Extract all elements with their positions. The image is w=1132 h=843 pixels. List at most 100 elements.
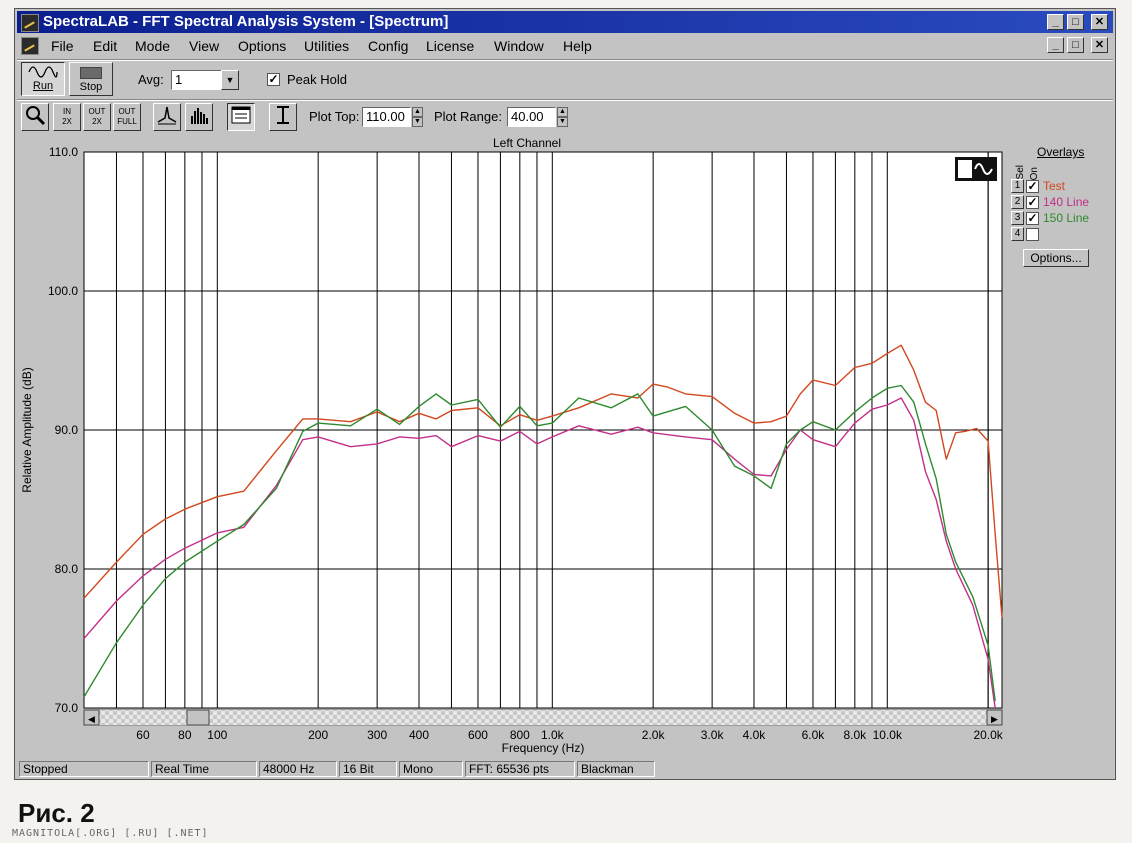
- menu-options[interactable]: Options: [238, 38, 286, 54]
- overlay-select-button[interactable]: 1: [1011, 179, 1024, 193]
- overlay-select-button[interactable]: 4: [1011, 227, 1024, 241]
- zoom-in-2x-icon: IN 2X: [62, 107, 72, 126]
- stop-button[interactable]: Stop: [69, 62, 113, 96]
- app-icon[interactable]: [21, 14, 39, 32]
- zoom-out-full-button[interactable]: OUT FULL: [113, 103, 141, 131]
- y-tick-label: 90.0: [55, 423, 79, 437]
- overlay-select-button[interactable]: 2: [1011, 195, 1024, 209]
- mdi-close-button[interactable]: ✕: [1091, 37, 1108, 53]
- spectralab-logo-icon: [955, 157, 997, 181]
- avg-select[interactable]: 1: [171, 70, 223, 90]
- menu-license[interactable]: License: [426, 38, 474, 54]
- cursor-button[interactable]: [269, 103, 297, 131]
- plot-top-spin-up[interactable]: ▲: [412, 107, 423, 117]
- close-button[interactable]: ✕: [1091, 14, 1108, 30]
- overlay-select-button[interactable]: 3: [1011, 211, 1024, 225]
- x-tick-label: 200: [308, 728, 328, 742]
- x-tick-label: 2.0k: [642, 728, 666, 742]
- status-channels: Mono: [399, 761, 463, 777]
- bar-graph-icon: [191, 108, 208, 124]
- plot-range-label: Plot Range:: [434, 109, 502, 124]
- y-tick-labels: 110.0 100.0 90.0 80.0 70.0: [48, 145, 78, 715]
- peak-hold-checkbox[interactable]: ✓: [267, 73, 280, 86]
- plot-top-label: Plot Top:: [309, 109, 360, 124]
- peak-marker-button[interactable]: [153, 103, 181, 131]
- plot-range-input[interactable]: 40.00: [507, 107, 556, 127]
- overlay-on-checkbox[interactable]: ✓: [1026, 196, 1039, 209]
- mdi-restore-button[interactable]: □: [1067, 37, 1084, 53]
- plot-range-spin-down[interactable]: ▼: [557, 117, 568, 127]
- plot-top-spin-down[interactable]: ▼: [412, 117, 423, 127]
- overlay-row: 4: [1007, 227, 1111, 242]
- y-tick-label: 80.0: [55, 562, 79, 576]
- status-window: Blackman: [577, 761, 655, 777]
- avg-dropdown-button[interactable]: ▼: [221, 70, 239, 90]
- status-bar: Stopped Real Time 48000 Hz 16 Bit Mono F…: [17, 761, 1113, 778]
- overlay-on-checkbox[interactable]: [1026, 228, 1039, 241]
- menu-mode[interactable]: Mode: [135, 38, 170, 54]
- checkmark-icon: ✓: [268, 72, 279, 86]
- document-icon[interactable]: [21, 37, 39, 55]
- plot-range-spin-up[interactable]: ▲: [557, 107, 568, 117]
- menu-config[interactable]: Config: [368, 38, 408, 54]
- status-mode: Real Time: [151, 761, 257, 777]
- spectrum-view: Left Channel 110.0 100.0 90.0 80.0 70.0 60 80…: [17, 135, 1113, 761]
- overlays-panel: Overlays Sel On 1 ✓ Test 2 ✓ 140 Line 3 ✓ 150 Li…: [1007, 143, 1111, 283]
- menu-help[interactable]: Help: [563, 38, 592, 54]
- x-tick-label: 1.0k: [541, 728, 565, 742]
- arrow-right-icon: ▶: [991, 714, 998, 724]
- x-tick-label: 100: [207, 728, 227, 742]
- menu-utilities[interactable]: Utilities: [304, 38, 349, 54]
- status-fft-size: FFT: 65536 pts: [465, 761, 575, 777]
- status-bit-depth: 16 Bit: [339, 761, 397, 777]
- x-tick-label: 80: [178, 728, 192, 742]
- zoom-out-2x-button[interactable]: OUT 2X: [83, 103, 111, 131]
- overlay-on-checkbox[interactable]: ✓: [1026, 180, 1039, 193]
- overlay-name: 150 Line: [1043, 211, 1090, 225]
- figure-caption: Рис. 2: [18, 798, 95, 828]
- run-button[interactable]: Run: [21, 62, 65, 96]
- window-layout-button[interactable]: [227, 103, 255, 131]
- scroll-thumb[interactable]: [186, 709, 210, 726]
- status-state: Stopped: [19, 761, 149, 777]
- x-tick-label: 4.0k: [743, 728, 767, 742]
- menu-file[interactable]: File: [51, 38, 74, 54]
- x-tick-label: 800: [510, 728, 530, 742]
- minimize-button[interactable]: _: [1047, 14, 1064, 30]
- cursor-icon: [277, 106, 289, 124]
- maximize-button[interactable]: □: [1067, 14, 1084, 30]
- scrollbar-track[interactable]: [84, 710, 1002, 725]
- sine-wave-icon: [28, 66, 58, 78]
- overlays-title: Overlays: [1037, 145, 1085, 159]
- site-footer: MAGNITOLA[.ORG] [.RU] [.NET]: [12, 828, 209, 839]
- menu-edit[interactable]: Edit: [93, 38, 117, 54]
- overlay-on-checkbox[interactable]: ✓: [1026, 212, 1039, 225]
- menu-window[interactable]: Window: [494, 38, 544, 54]
- zoom-out-full-icon: OUT FULL: [117, 107, 137, 126]
- magnifier-icon: [26, 106, 46, 126]
- zoom-in-2x-button[interactable]: IN 2X: [53, 103, 81, 131]
- run-label: Run: [32, 80, 54, 92]
- x-tick-label: 600: [468, 728, 488, 742]
- x-tick-label: 8.0k: [843, 728, 867, 742]
- zoom-tool-button[interactable]: [21, 103, 49, 131]
- mdi-minimize-button[interactable]: _: [1047, 37, 1064, 53]
- arrow-left-icon: ◀: [88, 714, 95, 724]
- arrow-down-icon: ▼: [414, 118, 421, 125]
- menu-view[interactable]: View: [189, 38, 219, 54]
- spectrum-chart[interactable]: Left Channel 110.0 100.0 90.0 80.0 70.0 60 80…: [17, 135, 1113, 761]
- chart-title: Left Channel: [493, 136, 561, 150]
- x-tick-label: 6.0k: [802, 728, 826, 742]
- overlay-options-button[interactable]: Options...: [1023, 249, 1089, 267]
- bar-graph-button[interactable]: [185, 103, 213, 131]
- y-axis-label: Relative Amplitude (dB): [20, 367, 34, 492]
- peak-icon: [157, 106, 177, 125]
- window-title: SpectraLAB - FFT Spectral Analysis Syste…: [43, 13, 449, 30]
- plot-top-input[interactable]: 110.00: [362, 107, 411, 127]
- stop-label: Stop: [79, 81, 103, 93]
- title-bar[interactable]: SpectraLAB - FFT Spectral Analysis Syste…: [17, 11, 1113, 33]
- checkmark-icon: ✓: [1027, 195, 1038, 209]
- x-tick-label: 60: [136, 728, 150, 742]
- y-tick-label: 100.0: [48, 284, 78, 298]
- overlay-row: 3 ✓ 150 Line: [1007, 211, 1111, 226]
